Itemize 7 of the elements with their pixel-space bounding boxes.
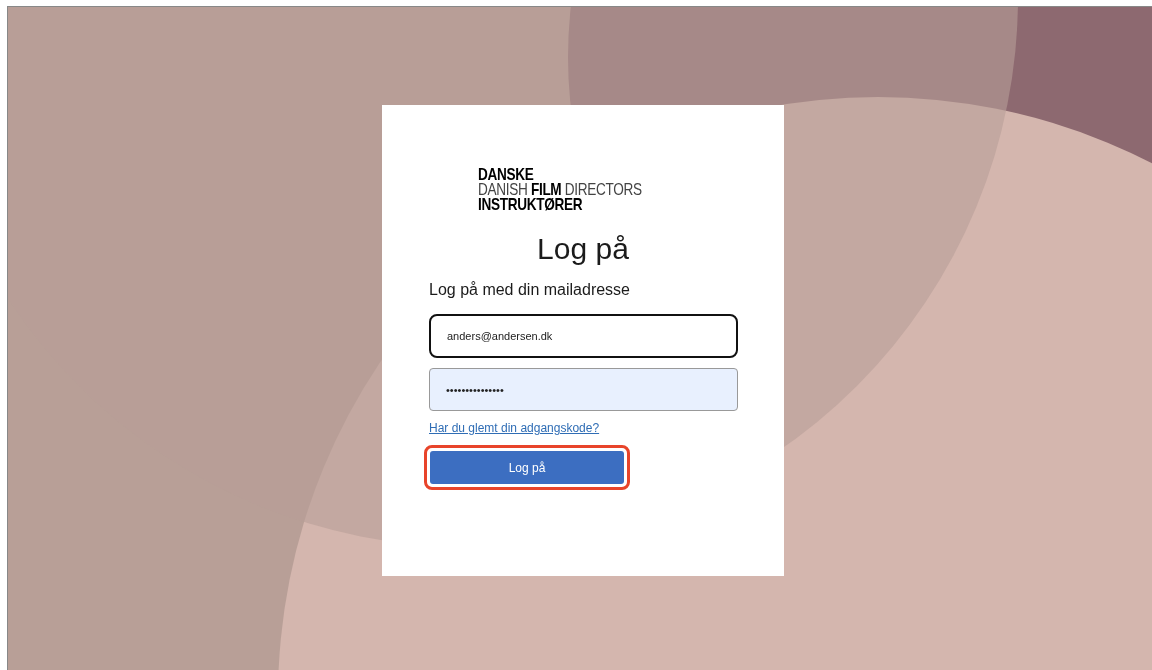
login-button[interactable]: Log på (430, 451, 624, 484)
logo: DANSKE DANISH FILM DIRECTORS INSTRUKTØRER (477, 167, 643, 212)
forgot-password-link[interactable]: Har du glemt din adgangskode? (429, 419, 600, 437)
subtitle: Log på med din mailadresse (429, 280, 631, 300)
page-title: Log på (537, 231, 629, 267)
password-field[interactable]: ••••••••••••••• (429, 368, 738, 411)
email-field[interactable]: anders@andersen.dk (429, 314, 738, 358)
